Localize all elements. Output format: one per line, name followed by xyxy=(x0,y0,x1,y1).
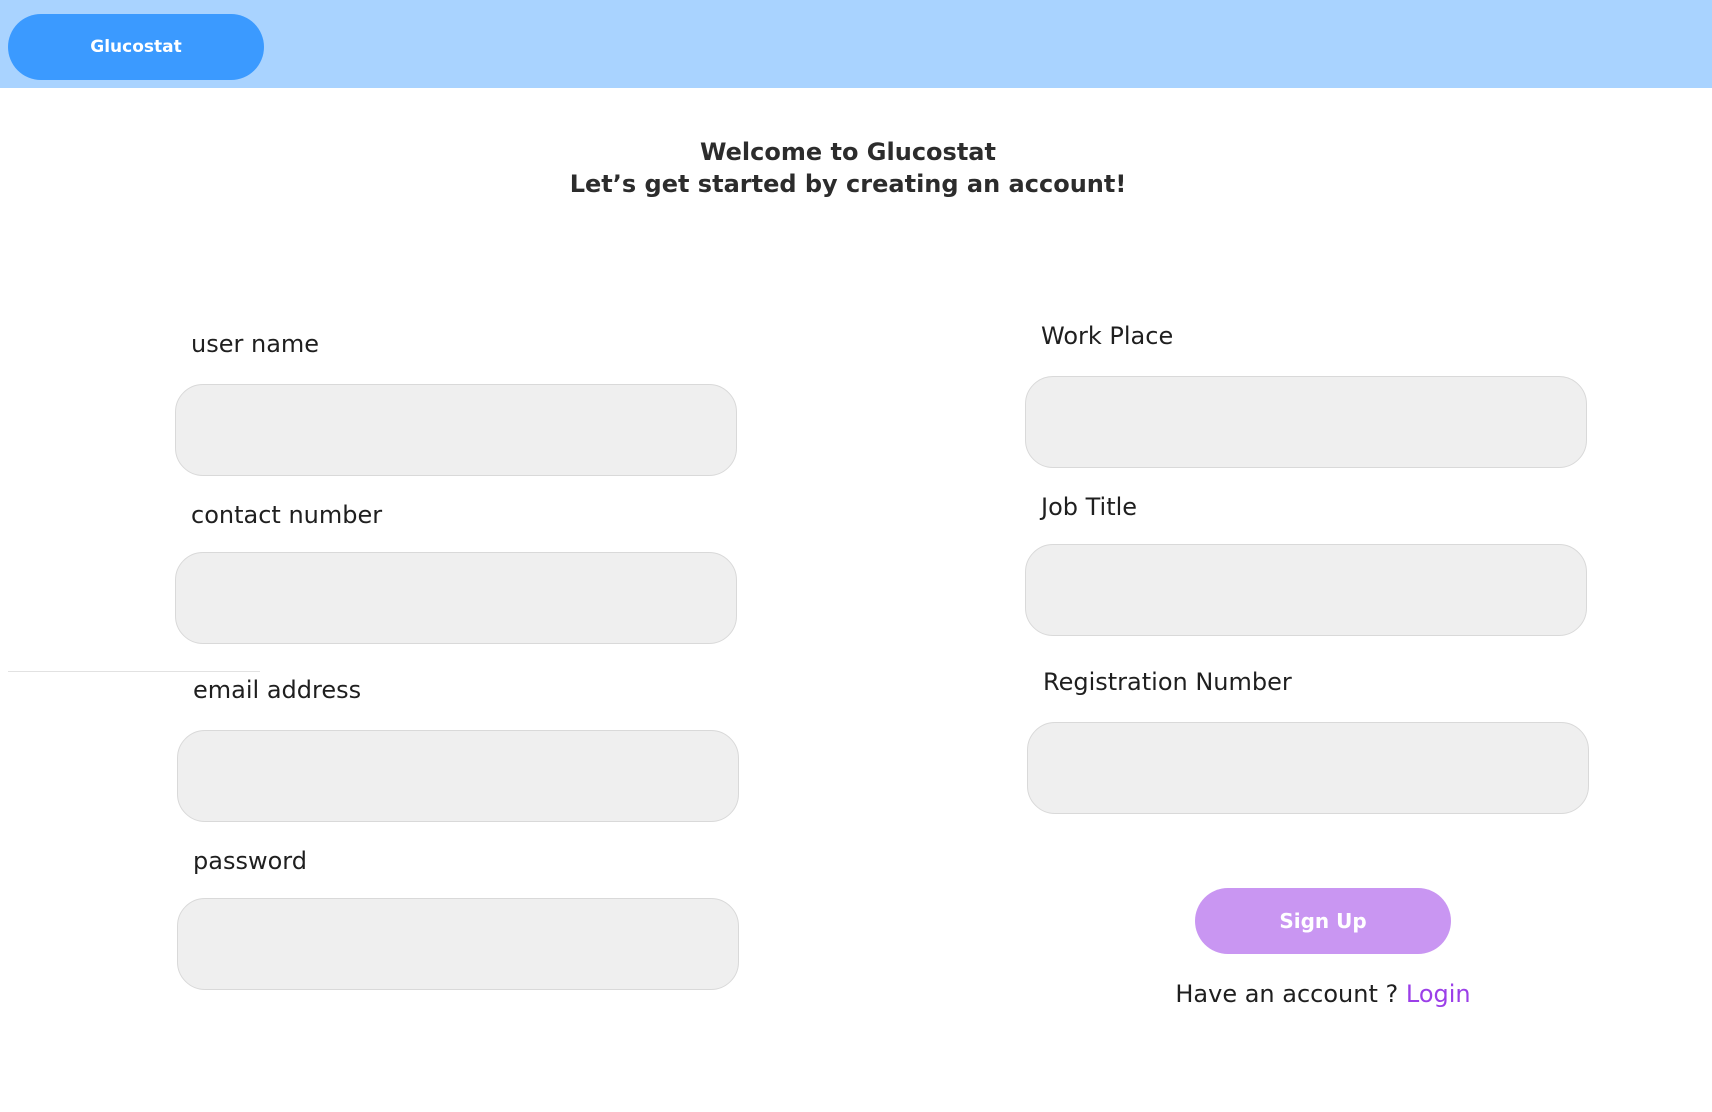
registration-number-label: Registration Number xyxy=(1043,668,1292,696)
signup-page: Glucostat Welcome to Glucostat Let’s get… xyxy=(0,0,1712,1112)
brand-button[interactable]: Glucostat xyxy=(8,14,264,80)
sign-up-button[interactable]: Sign Up xyxy=(1195,888,1451,954)
user-name-input[interactable] xyxy=(175,384,737,476)
email-address-input[interactable] xyxy=(177,730,739,822)
password-label: password xyxy=(193,847,307,875)
work-place-label: Work Place xyxy=(1041,322,1174,350)
email-address-label: email address xyxy=(193,676,362,704)
page-heading: Welcome to Glucostat Let’s get started b… xyxy=(0,136,1696,200)
job-title-label: Job Title xyxy=(1041,493,1138,521)
job-title-input[interactable] xyxy=(1025,544,1587,636)
welcome-title: Welcome to Glucostat xyxy=(700,138,996,166)
divider xyxy=(8,671,260,672)
user-name-label: user name xyxy=(191,330,320,358)
have-account-line: Have an account ? Login xyxy=(1100,980,1546,1008)
have-account-text: Have an account ? xyxy=(1175,980,1406,1008)
registration-number-input[interactable] xyxy=(1027,722,1589,814)
welcome-subtitle: Let’s get started by creating an account… xyxy=(569,170,1127,198)
work-place-input[interactable] xyxy=(1025,376,1587,468)
password-input[interactable] xyxy=(177,898,739,990)
contact-number-label: contact number xyxy=(191,501,383,529)
login-link[interactable]: Login xyxy=(1406,980,1471,1008)
contact-number-input[interactable] xyxy=(175,552,737,644)
top-bar: Glucostat xyxy=(0,0,1712,88)
